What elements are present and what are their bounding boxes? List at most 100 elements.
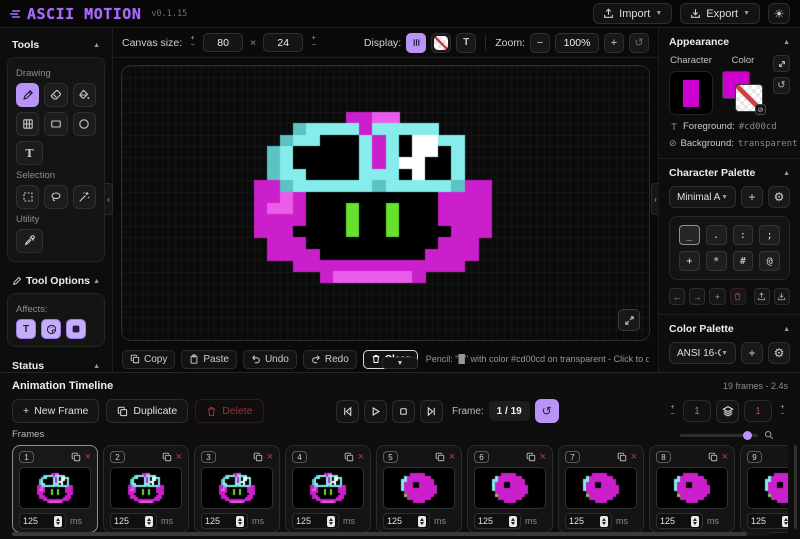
frame-thumbnail[interactable] xyxy=(747,467,788,509)
move-char-right-button[interactable]: → xyxy=(689,288,705,305)
onion-prev-stepper[interactable]: +− xyxy=(667,405,678,418)
frame-delete-button[interactable]: × xyxy=(722,452,728,462)
duration-stepper-icon[interactable] xyxy=(782,516,788,527)
import-button[interactable]: Import ▼ xyxy=(593,3,672,24)
paste-button[interactable]: Paste xyxy=(181,350,237,369)
pencil-tool-button[interactable] xyxy=(16,83,39,107)
frame-card[interactable]: 4×125ms xyxy=(285,445,371,533)
collapse-timeline-button[interactable]: ▼ xyxy=(382,357,418,369)
canvas-height-input[interactable]: 24 xyxy=(263,33,303,52)
display-transparency-toggle[interactable] xyxy=(431,33,451,53)
loop-toggle-button[interactable]: ↺ xyxy=(535,399,559,423)
text-tool-button[interactable]: T xyxy=(16,141,43,165)
canvas-width-input[interactable]: 80 xyxy=(203,33,243,52)
collapse-left-panel-tab[interactable]: ‹ xyxy=(105,183,113,215)
frame-duration-input[interactable]: 125 xyxy=(656,513,703,529)
palette-char-button[interactable]: ; xyxy=(759,225,780,245)
duration-stepper-icon[interactable] xyxy=(236,516,244,527)
frame-card[interactable]: 6×125ms xyxy=(467,445,553,533)
frame-thumbnail[interactable] xyxy=(110,467,182,509)
export-button[interactable]: Export ▼ xyxy=(680,3,760,24)
frame-delete-button[interactable]: × xyxy=(358,452,364,462)
frame-delete-button[interactable]: × xyxy=(540,452,546,462)
delete-char-button[interactable] xyxy=(730,288,746,305)
frame-duration-input[interactable]: 125 xyxy=(474,513,521,529)
affects-character-toggle[interactable]: T xyxy=(16,319,36,339)
frames-vertical-scrollbar[interactable] xyxy=(794,445,797,529)
onion-next-stepper[interactable]: +− xyxy=(777,405,788,418)
undo-button[interactable]: Undo xyxy=(243,350,297,369)
frames-horizontal-scrollbar[interactable] xyxy=(12,532,770,536)
frame-card[interactable]: 8×125ms xyxy=(649,445,735,533)
frame-duration-input[interactable]: 125 xyxy=(292,513,339,529)
frame-duplicate-button[interactable] xyxy=(617,452,627,462)
tools-section-header[interactable]: Tools ▲ xyxy=(0,32,112,56)
pattern-tool-button[interactable] xyxy=(16,112,39,136)
character-palette-header[interactable]: Character Palette ▲ xyxy=(669,167,790,179)
copy-button[interactable]: Copy xyxy=(122,350,175,369)
frame-duplicate-button[interactable] xyxy=(253,452,263,462)
theme-toggle-button[interactable]: ☀ xyxy=(768,3,790,24)
zoom-in-button[interactable]: + xyxy=(604,33,624,53)
frame-thumbnail[interactable] xyxy=(474,467,546,509)
canvas-expand-button[interactable] xyxy=(618,309,640,331)
add-color-palette-button[interactable]: + xyxy=(741,342,763,364)
frame-duration-input[interactable]: 125 xyxy=(19,513,66,529)
frame-card[interactable]: 7×125ms xyxy=(558,445,644,533)
frame-duplicate-button[interactable] xyxy=(344,452,354,462)
duplicate-frame-button[interactable]: Duplicate xyxy=(106,399,188,423)
duration-stepper-icon[interactable] xyxy=(691,516,699,527)
background-color-swatch[interactable]: ⊘ xyxy=(735,84,763,112)
slider-knob[interactable] xyxy=(743,431,752,440)
frame-delete-button[interactable]: × xyxy=(85,452,91,462)
frame-duration-input[interactable]: 125 xyxy=(747,513,788,529)
fill-tool-button[interactable] xyxy=(73,83,96,107)
zoom-out-button[interactable]: − xyxy=(530,33,550,53)
character-palette-preset-dropdown[interactable]: Minimal ASC ▼ xyxy=(669,186,736,208)
frame-duplicate-button[interactable] xyxy=(435,452,445,462)
duration-stepper-icon[interactable] xyxy=(418,516,426,527)
palette-char-button[interactable]: @ xyxy=(759,251,780,271)
color-palette-settings-button[interactable]: ⚙ xyxy=(768,342,790,364)
character-palette-settings-button[interactable]: ⚙ xyxy=(768,186,790,208)
appearance-header[interactable]: Appearance ▲ xyxy=(669,36,790,48)
palette-char-button[interactable]: : xyxy=(733,225,754,245)
display-text-toggle[interactable]: T xyxy=(456,33,476,53)
lasso-select-tool-button[interactable] xyxy=(44,185,67,209)
frame-delete-button[interactable]: × xyxy=(176,452,182,462)
eraser-tool-button[interactable] xyxy=(44,83,67,107)
magic-wand-tool-button[interactable] xyxy=(73,185,96,209)
palette-char-button[interactable]: # xyxy=(733,251,754,271)
affects-background-toggle[interactable] xyxy=(66,319,86,339)
drawing-canvas[interactable] xyxy=(122,66,649,340)
frame-card[interactable]: 9×125ms xyxy=(740,445,788,533)
collapse-right-panel-tab[interactable]: › xyxy=(651,183,659,215)
tool-options-section-header[interactable]: Tool Options ▲ xyxy=(0,268,112,292)
delete-frame-button[interactable]: Delete xyxy=(195,399,263,423)
eyedropper-tool-button[interactable] xyxy=(16,229,43,253)
skip-to-start-button[interactable] xyxy=(336,400,359,423)
frame-duplicate-button[interactable] xyxy=(71,452,81,462)
palette-char-button[interactable]: + xyxy=(679,251,700,271)
frame-duration-input[interactable]: 125 xyxy=(383,513,430,529)
marquee-select-tool-button[interactable] xyxy=(16,185,39,209)
onion-skin-toggle[interactable] xyxy=(716,400,739,423)
add-character-palette-button[interactable]: + xyxy=(741,186,763,208)
frame-duration-input[interactable]: 125 xyxy=(110,513,157,529)
ellipse-tool-button[interactable] xyxy=(73,112,96,136)
frame-duration-input[interactable]: 125 xyxy=(201,513,248,529)
duration-stepper-icon[interactable] xyxy=(54,516,62,527)
add-char-button[interactable]: + xyxy=(709,288,725,305)
play-button[interactable] xyxy=(364,400,387,423)
frame-thumbnail[interactable] xyxy=(565,467,637,509)
duration-stepper-icon[interactable] xyxy=(509,516,517,527)
duration-stepper-icon[interactable] xyxy=(327,516,335,527)
display-grid-toggle[interactable] xyxy=(406,33,426,53)
character-preview[interactable] xyxy=(669,71,713,115)
new-frame-button[interactable]: + New Frame xyxy=(12,399,99,423)
stop-button[interactable] xyxy=(392,400,415,423)
timeline-zoom-slider[interactable] xyxy=(680,434,758,437)
frame-duration-input[interactable]: 125 xyxy=(565,513,612,529)
zoom-reset-button[interactable]: ↺ xyxy=(629,33,649,53)
affects-color-toggle[interactable] xyxy=(41,319,61,339)
